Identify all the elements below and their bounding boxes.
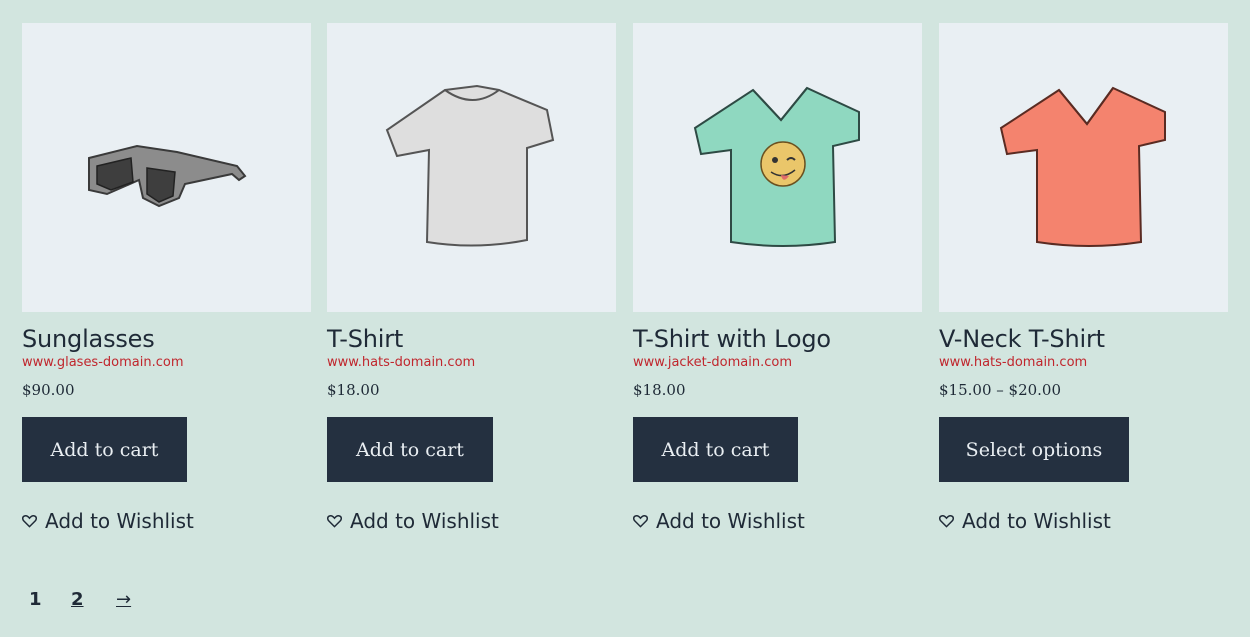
add-to-wishlist-link[interactable]: Add to Wishlist	[327, 509, 499, 533]
grey-tshirt-image[interactable]	[327, 23, 616, 312]
wishlist-label: Add to Wishlist	[350, 509, 499, 533]
product-card-vneck-tshirt: V-Neck T-Shirt www.hats-domain.com $15.0…	[939, 23, 1228, 533]
sunglasses-image[interactable]	[22, 23, 311, 312]
wishlist-label: Add to Wishlist	[45, 509, 194, 533]
product-domain-link[interactable]: www.hats-domain.com	[327, 355, 616, 371]
coral-vneck-tshirt-image[interactable]	[939, 23, 1228, 312]
add-to-wishlist-link[interactable]: Add to Wishlist	[22, 509, 194, 533]
product-title[interactable]: V-Neck T-Shirt	[939, 325, 1228, 353]
product-card-sunglasses: Sunglasses www.glases-domain.com $90.00 …	[22, 23, 311, 533]
add-to-wishlist-link[interactable]: Add to Wishlist	[939, 509, 1111, 533]
product-title[interactable]: T-Shirt	[327, 325, 616, 353]
product-price: $18.00	[327, 381, 380, 399]
product-price: $18.00	[633, 381, 686, 399]
product-title[interactable]: T-Shirt with Logo	[633, 325, 922, 353]
wishlist-label: Add to Wishlist	[656, 509, 805, 533]
next-page-arrow-icon[interactable]: →	[116, 589, 131, 610]
heart-icon	[22, 514, 37, 528]
mint-logo-tshirt-image[interactable]	[633, 23, 922, 312]
add-to-cart-button[interactable]: Add to cart	[327, 417, 493, 482]
pagination: 1 2 →	[29, 589, 131, 610]
product-price: $15.00 – $20.00	[939, 381, 1062, 399]
product-card-tshirt-with-logo: T-Shirt with Logo www.jacket-domain.com …	[633, 23, 922, 533]
product-domain-link[interactable]: www.hats-domain.com	[939, 355, 1228, 371]
heart-icon	[939, 514, 954, 528]
product-domain-link[interactable]: www.jacket-domain.com	[633, 355, 922, 371]
product-price: $90.00	[22, 381, 75, 399]
product-card-tshirt: T-Shirt www.hats-domain.com $18.00 Add t…	[327, 23, 616, 533]
product-title[interactable]: Sunglasses	[22, 325, 311, 353]
page-current: 1	[29, 589, 42, 610]
heart-icon	[633, 514, 648, 528]
add-to-cart-button[interactable]: Add to cart	[22, 417, 187, 482]
wishlist-label: Add to Wishlist	[962, 509, 1111, 533]
add-to-cart-button[interactable]: Add to cart	[633, 417, 798, 482]
add-to-wishlist-link[interactable]: Add to Wishlist	[633, 509, 805, 533]
select-options-button[interactable]: Select options	[939, 417, 1129, 482]
page-2-link[interactable]: 2	[71, 589, 116, 610]
heart-icon	[327, 514, 342, 528]
product-domain-link[interactable]: www.glases-domain.com	[22, 355, 311, 371]
